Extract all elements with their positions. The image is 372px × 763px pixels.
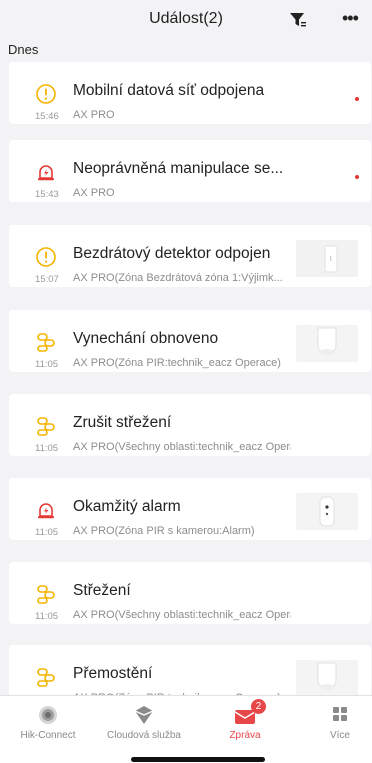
event-card[interactable]: Neoprávněná manipulace se... 15:43 AX PRO: [9, 140, 371, 202]
alarm-icon: [35, 499, 57, 521]
event-title: Přemostění: [73, 665, 153, 682]
tab-label: Zpráva: [229, 730, 261, 741]
section-label-today: Dnes: [8, 42, 39, 57]
warning-icon: [35, 83, 57, 105]
event-time: 15:46: [35, 111, 59, 122]
event-card[interactable]: Zrušit střežení 11:05 AX PRO(Všechny oblas…: [9, 394, 371, 456]
bottom-tab-bar: Hik-Connect Cloudová služba 2 Zpráva Víc…: [0, 695, 372, 763]
event-thumbnail[interactable]: [296, 493, 358, 530]
event-time: 15:43: [35, 189, 59, 200]
event-thumbnail[interactable]: [296, 240, 358, 277]
event-card[interactable]: Bezdrátový detektor odpojen 15:07 AX PRO(Z…: [9, 225, 371, 287]
event-time: 11:05: [35, 443, 59, 454]
alarm-icon: [35, 161, 57, 183]
event-source: AX PRO(Všechny oblasti:technik_eacz Oper…: [73, 441, 291, 453]
unread-badge: 2: [251, 699, 266, 714]
cloud-service-icon: [134, 706, 154, 724]
event-source: AX PRO(Zóna PIR:technik_eacz Operace): [73, 357, 281, 369]
tab-more[interactable]: Více: [295, 696, 372, 746]
tab-label: Hik-Connect: [20, 730, 76, 741]
event-title: Bezdrátový detektor odpojen: [73, 245, 271, 262]
tab-cloud-service[interactable]: Cloudová služba: [99, 696, 189, 746]
event-source: AX PRO: [73, 187, 115, 199]
filter-icon[interactable]: [289, 11, 307, 29]
home-indicator: [131, 757, 265, 762]
users-icon: [35, 331, 57, 353]
tab-label: Cloudová služba: [107, 730, 181, 741]
tab-message[interactable]: 2 Zpráva: [200, 696, 290, 746]
event-title: Okamžitý alarm: [73, 498, 181, 515]
event-time: 11:05: [35, 527, 59, 538]
event-card[interactable]: Střežení 11:05 AX PRO(Všechny oblasti:tech…: [9, 562, 371, 624]
event-time: 15:07: [35, 274, 59, 285]
more-grid-icon: [333, 707, 347, 721]
event-card[interactable]: Vynechání obnoveno 11:05 AX PRO(Zóna PIR:t…: [9, 310, 371, 372]
hik-connect-icon: [39, 706, 57, 724]
event-time: 11:05: [35, 359, 59, 370]
event-title: Neoprávněná manipulace se...: [73, 160, 284, 177]
unread-dot: [355, 175, 359, 179]
users-icon: [35, 666, 57, 688]
users-icon: [35, 583, 57, 605]
event-card[interactable]: Okamžitý alarm 11:05 AX PRO(Zóna PIR s kam…: [9, 478, 371, 540]
page-title: Událost(2): [149, 10, 223, 27]
event-source: AX PRO(Zóna Bezdrátová zóna 1:Výjimk...: [73, 272, 283, 284]
app-header: Událost(2) •••: [0, 0, 372, 40]
event-card[interactable]: Mobilní datová síť odpojena 15:46 AX PRO: [9, 62, 371, 124]
tab-hik-connect[interactable]: Hik-Connect: [3, 696, 93, 746]
more-icon[interactable]: •••: [342, 8, 359, 29]
warning-icon: [35, 246, 57, 268]
event-thumbnail[interactable]: [296, 325, 358, 362]
event-source: AX PRO(Zóna PIR s kamerou:Alarm): [73, 525, 255, 537]
event-source: AX PRO: [73, 109, 115, 121]
event-source: AX PRO(Všechny oblasti:technik_eacz Oper…: [73, 609, 291, 621]
tab-label: Více: [329, 730, 350, 741]
event-title: Střežení: [73, 582, 131, 599]
event-title: Vynechání obnoveno: [73, 330, 219, 347]
event-title: Zrušit střežení: [73, 414, 172, 431]
event-time: 11:05: [35, 611, 59, 622]
event-title: Mobilní datová síť odpojena: [73, 82, 265, 99]
unread-dot: [355, 97, 359, 101]
users-icon: [35, 415, 57, 437]
event-thumbnail[interactable]: [296, 660, 358, 697]
